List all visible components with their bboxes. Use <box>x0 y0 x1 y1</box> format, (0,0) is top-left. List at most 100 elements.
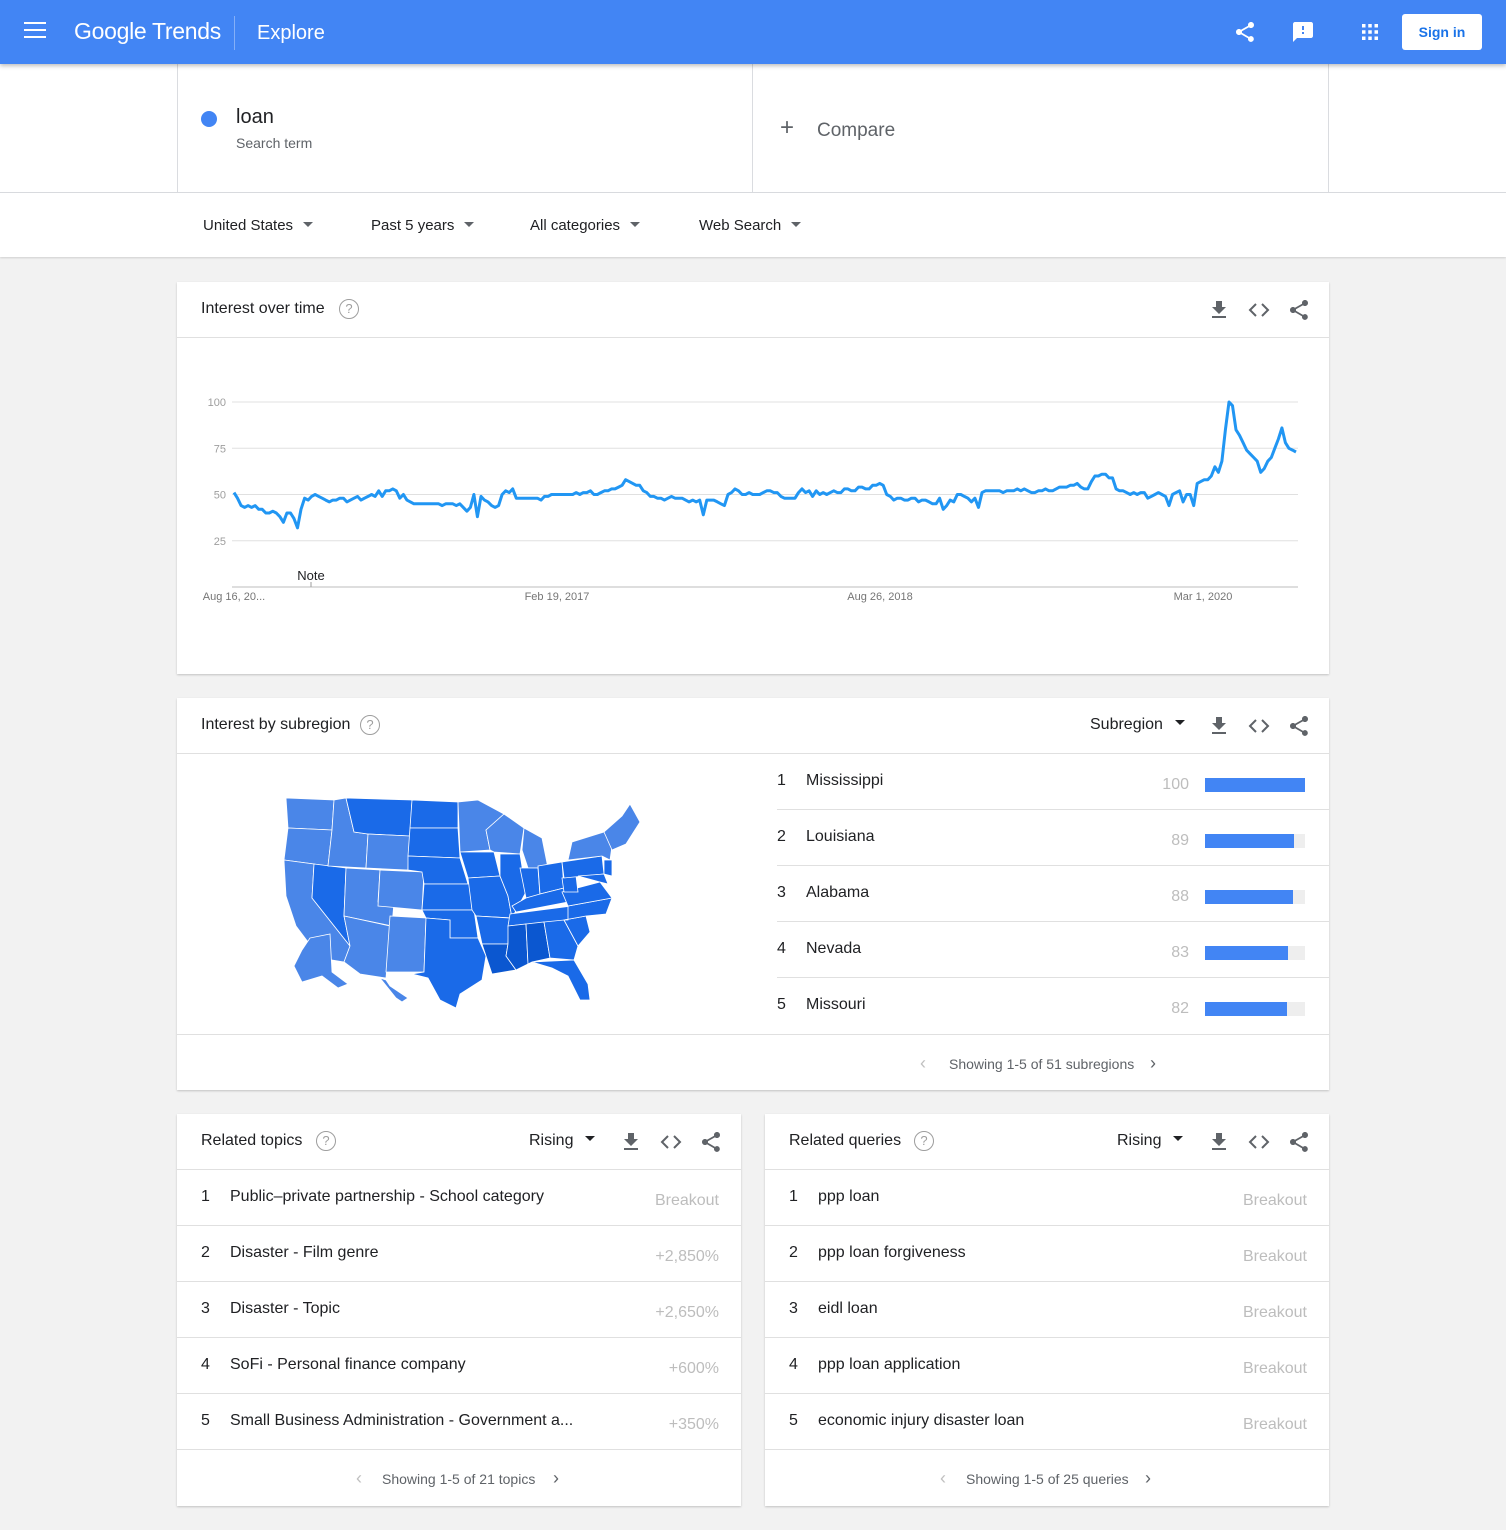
rank-number: 4 <box>201 1356 210 1373</box>
item-label[interactable]: Public–private partnership - School cate… <box>230 1188 544 1206</box>
list-item[interactable]: 1 ppp loan Breakout <box>765 1170 1329 1226</box>
map-region-west-virginia <box>561 875 579 893</box>
subregion-name[interactable]: Mississippi <box>806 772 883 790</box>
rank-number: 3 <box>789 1300 798 1317</box>
map-region-florida <box>531 959 591 1001</box>
map-region-arkansas <box>475 915 511 945</box>
item-label[interactable]: ppp loan forgiveness <box>818 1244 966 1262</box>
map-region-colorado <box>377 869 425 911</box>
subregion-row[interactable]: 5 Missouri 82 <box>777 978 1329 1034</box>
list-item[interactable]: 1 Public–private partnership - School cat… <box>177 1170 741 1226</box>
download-icon[interactable] <box>1207 714 1231 738</box>
interest-line-chart[interactable]: 25 50 75 100 Aug 16, 20... Feb 19, 2017 Aug 26… <box>177 338 1329 674</box>
search-term-name[interactable]: loan <box>236 106 274 129</box>
value-bar-track <box>1205 834 1305 848</box>
rank-number: 5 <box>201 1412 210 1429</box>
dropdown-arrow-icon <box>630 221 641 227</box>
item-label[interactable]: ppp loan application <box>818 1356 960 1374</box>
x-tick-label: Feb 19, 2017 <box>525 591 590 603</box>
share-icon[interactable] <box>1287 298 1311 322</box>
menu-icon[interactable] <box>24 22 46 42</box>
share-icon[interactable] <box>1233 20 1257 44</box>
embed-code-icon[interactable] <box>1247 1130 1271 1154</box>
compare-button[interactable]: Compare <box>817 120 895 142</box>
interest-over-time-card: Interest over time ? 25 50 75 100 Aug 16, 20… <box>177 282 1329 674</box>
item-label[interactable]: ppp loan <box>818 1188 879 1206</box>
item-label[interactable]: Disaster - Topic <box>230 1300 340 1318</box>
dropdown-arrow-icon <box>791 221 802 227</box>
embed-code-icon[interactable] <box>659 1130 683 1154</box>
help-icon[interactable]: ? <box>360 715 380 735</box>
us-choropleth-map[interactable] <box>272 788 642 1008</box>
sign-in-button[interactable]: Sign in <box>1402 14 1482 50</box>
subregion-row[interactable]: 1 Mississippi 100 <box>777 754 1329 810</box>
subregion-row[interactable]: 2 Louisiana 89 <box>777 810 1329 866</box>
help-icon[interactable]: ? <box>339 299 359 319</box>
feedback-icon[interactable] <box>1291 20 1315 44</box>
item-label[interactable]: eidl loan <box>818 1300 878 1318</box>
list-item[interactable]: 4 ppp loan application Breakout <box>765 1338 1329 1394</box>
help-icon[interactable]: ? <box>914 1131 934 1151</box>
next-page-icon[interactable]: › <box>553 1468 559 1489</box>
list-item[interactable]: 2 Disaster - Film genre +2,850% <box>177 1226 741 1282</box>
item-label[interactable]: Disaster - Film genre <box>230 1244 378 1262</box>
dropdown-arrow-icon <box>464 221 475 227</box>
item-label[interactable]: SoFi - Personal finance company <box>230 1356 466 1374</box>
download-icon[interactable] <box>1207 1130 1231 1154</box>
subregion-name[interactable]: Louisiana <box>806 828 875 846</box>
list-item[interactable]: 3 eidl loan Breakout <box>765 1282 1329 1338</box>
apps-grid-icon[interactable] <box>1358 20 1382 44</box>
subregion-name[interactable]: Alabama <box>806 884 869 902</box>
item-label[interactable]: economic injury disaster loan <box>818 1412 1024 1430</box>
map-region-montana <box>345 797 413 837</box>
share-icon[interactable] <box>1287 1130 1311 1154</box>
category-filter[interactable]: All categories <box>530 217 641 234</box>
embed-code-icon[interactable] <box>1247 298 1271 322</box>
download-icon[interactable] <box>1207 298 1231 322</box>
subregion-row[interactable]: 3 Alabama 88 <box>777 866 1329 922</box>
share-icon[interactable] <box>1287 714 1311 738</box>
y-tick-label: 75 <box>214 443 226 455</box>
value-bar-fill <box>1205 834 1294 848</box>
download-icon[interactable] <box>619 1130 643 1154</box>
subregion-name[interactable]: Missouri <box>806 996 866 1014</box>
x-tick-label: Aug 16, 20... <box>203 591 265 603</box>
queries-filter-select[interactable]: Rising <box>1117 1132 1184 1150</box>
embed-code-icon[interactable] <box>1247 714 1271 738</box>
share-icon[interactable] <box>699 1130 723 1154</box>
previous-page-icon[interactable]: ‹ <box>920 1053 926 1074</box>
dropdown-arrow-icon <box>1174 720 1185 726</box>
subregion-value: 89 <box>1171 832 1189 849</box>
list-item[interactable]: 2 ppp loan forgiveness Breakout <box>765 1226 1329 1282</box>
list-item[interactable]: 3 Disaster - Topic +2,650% <box>177 1282 741 1338</box>
help-icon[interactable]: ? <box>316 1131 336 1151</box>
list-item[interactable]: 4 SoFi - Personal finance company +600% <box>177 1338 741 1394</box>
map-region-kansas <box>421 883 473 911</box>
y-tick-label: 100 <box>208 397 226 409</box>
item-label[interactable]: Small Business Administration - Governme… <box>230 1412 573 1430</box>
pager-text: Showing 1-5 of 21 topics <box>382 1471 536 1487</box>
list-item[interactable]: 5 Small Business Administration - Governm… <box>177 1394 741 1450</box>
card-header: Related queries ? Rising <box>765 1114 1329 1170</box>
topics-filter-select[interactable]: Rising <box>529 1132 596 1150</box>
region-filter[interactable]: United States <box>203 217 314 234</box>
google-trends-logo[interactable]: Google Trends <box>74 18 221 45</box>
time-filter-label: Past 5 years <box>371 217 455 234</box>
topics-pager: ‹ Showing 1-5 of 21 topics › <box>177 1450 741 1506</box>
note-annotation[interactable]: Note <box>297 568 324 583</box>
list-item[interactable]: 5 economic injury disaster loan Breakout <box>765 1394 1329 1450</box>
map-region-oregon <box>283 827 333 867</box>
series-line-loan[interactable] <box>232 400 1297 530</box>
subregion-name[interactable]: Nevada <box>806 940 861 958</box>
next-page-icon[interactable]: › <box>1145 1468 1151 1489</box>
add-icon[interactable]: + <box>780 116 794 140</box>
next-page-icon[interactable]: › <box>1150 1053 1156 1074</box>
map-region-arizona <box>343 915 391 979</box>
previous-page-icon[interactable]: ‹ <box>940 1468 946 1489</box>
subregion-resolution-select[interactable]: Subregion <box>1090 716 1185 734</box>
previous-page-icon[interactable]: ‹ <box>356 1468 362 1489</box>
subregion-row[interactable]: 4 Nevada 83 <box>777 922 1329 978</box>
time-filter[interactable]: Past 5 years <box>371 217 475 234</box>
search-type-filter[interactable]: Web Search <box>699 217 802 234</box>
map-region-wyoming <box>365 833 411 871</box>
